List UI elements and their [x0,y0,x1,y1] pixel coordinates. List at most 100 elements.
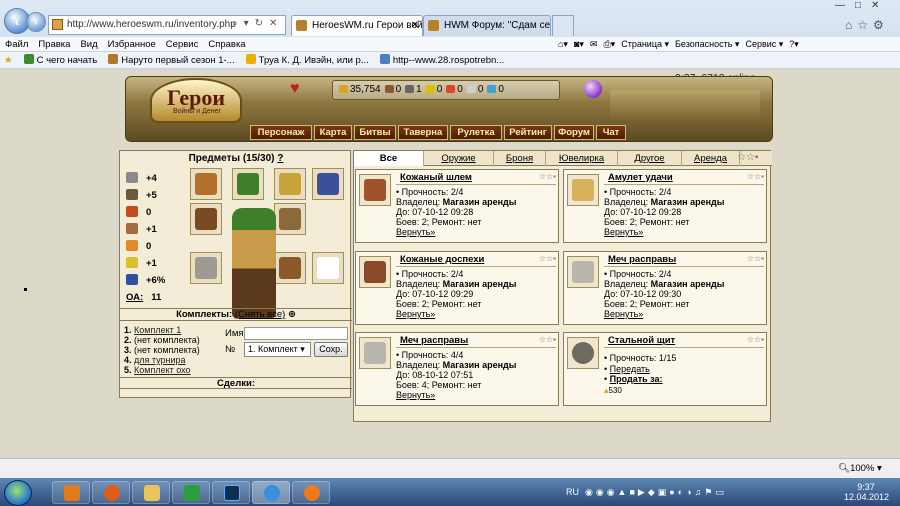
save-set-button[interactable]: Сохр. [314,342,348,357]
item-star-icons[interactable]: ☆☆▪ [747,172,764,181]
hat-slot[interactable] [232,168,264,200]
transfer-link-text[interactable]: Передать [610,364,650,374]
print-icon[interactable]: ⎙▾ [603,37,615,52]
close-tab-icon[interactable]: ✕ [411,16,419,35]
return-link-text[interactable]: Вернуть» [604,227,643,237]
game-nav-item[interactable]: Битвы [354,125,396,140]
zoom-level[interactable]: 🔍︎100% ▾ [838,463,882,474]
book-slot[interactable] [312,168,344,200]
browser-tool-icons[interactable]: ⌂☆⚙ [845,18,889,32]
taskbar-app-butterfly[interactable] [52,481,90,504]
close-window-icon[interactable]: ✕ [871,0,889,11]
tools-menu[interactable]: Сервис ▾ [745,37,783,52]
return-link[interactable]: Вернуть» [604,309,643,319]
menu-tools[interactable]: Сервис [161,37,204,52]
game-nav-item[interactable]: Таверна [398,125,448,140]
taskbar-app-green[interactable] [172,481,210,504]
favorites-star-icon[interactable]: ☆ [857,18,873,32]
game-logo[interactable]: Герои [150,78,242,123]
home-toolbar-icon[interactable]: ⌂▾ [558,37,568,52]
game-nav-item[interactable]: Рулетка [450,125,502,140]
sell-link[interactable]: • Продать за: [604,374,663,384]
game-nav-item[interactable]: Персонаж [250,125,312,140]
arrow-up-icon[interactable]: ⊕ [288,309,296,320]
item-image[interactable] [359,256,391,288]
cloak-slot[interactable] [190,203,222,235]
remove-all-link[interactable]: (Снять все) [235,309,286,320]
item-name[interactable]: Кожаные доспехи [400,254,484,265]
new-tab-button[interactable] [552,15,574,36]
mount-slot[interactable] [312,252,344,284]
taskbar-app-media[interactable] [92,481,130,504]
set-label[interactable]: для турнира [134,355,186,365]
item-image[interactable] [359,337,391,369]
transfer-link[interactable]: • Передать [604,364,650,374]
compat-icon[interactable]: ▾ [244,18,255,29]
item-tab[interactable]: Броня [494,151,546,166]
item-name[interactable]: Амулет удачи [608,172,673,183]
return-link[interactable]: Вернуть» [604,227,643,237]
window-controls[interactable]: —□✕ [835,0,889,11]
taskbar-app-photoshop[interactable] [212,481,250,504]
shield-slot[interactable] [274,252,306,284]
game-nav-item[interactable]: Форум [554,125,594,140]
return-link-text[interactable]: Вернуть» [396,309,435,319]
item-star-icons[interactable]: ☆☆▪ [539,335,556,344]
return-link-text[interactable]: Вернуть» [604,309,643,319]
forward-button[interactable]: › [26,12,46,32]
favorite-link[interactable]: Труа К. Д. Ивэйн, или р... [242,52,373,69]
menu-favorites[interactable]: Избранное [103,37,161,52]
set-label[interactable]: Комплект 1 [134,325,181,335]
maximize-icon[interactable]: □ [855,0,871,11]
favorite-link[interactable]: Наруто первый сезон 1-... [104,52,238,69]
sell-link-text[interactable]: Продать за: [610,374,663,384]
set-number-select[interactable]: 1. Комплект ▾ [244,342,311,357]
search-icon[interactable]: ⌕ [232,18,244,29]
security-menu[interactable]: Безопасность ▾ [675,37,739,52]
item-star-icons[interactable]: ☆☆▪ [747,335,764,344]
favorites-star-icon[interactable]: ★ [0,52,17,69]
item-tab[interactable]: Аренда [682,151,740,166]
set-label[interactable]: Комплект охо [134,365,191,375]
menu-help[interactable]: Справка [203,37,250,52]
tab-forum[interactable]: HWM Форум: "Сдам сеты Ва... [423,15,551,36]
game-nav-item[interactable]: Карта [314,125,352,140]
item-image[interactable] [567,256,599,288]
menu-view[interactable]: Вид [75,37,102,52]
minimize-icon[interactable]: — [835,0,855,11]
start-button[interactable] [4,480,32,506]
menu-edit[interactable]: Правка [33,37,75,52]
item-name[interactable]: Меч расправы [608,254,676,265]
item-star-icons[interactable]: ☆☆▪ [539,172,556,181]
item-name[interactable]: Кожаный шлем [400,172,472,183]
return-link[interactable]: Вернуть» [396,309,435,319]
taskbar-app-mail[interactable] [292,481,330,504]
item-star-icons[interactable]: ☆☆▪ [539,254,556,263]
help-icon[interactable]: ?▾ [789,37,799,52]
set-name-input[interactable] [244,327,348,340]
filter-star-icons[interactable]: ☆☆▪ [737,152,758,163]
item-image[interactable] [567,337,599,369]
item-tab[interactable]: Все [354,151,424,166]
page-menu[interactable]: Страница ▾ [621,37,669,52]
menu-file[interactable]: Файл [0,37,33,52]
tab-heroeswm[interactable]: HeroesWM.ru Герои войн...✕ [291,15,423,36]
taskbar-app-ie[interactable] [252,481,290,504]
taskbar-clock[interactable]: 9:37 12.04.2012 [844,482,889,502]
sword-slot[interactable] [190,252,222,284]
stop-icon[interactable]: ✕ [269,18,283,29]
item-tab[interactable]: Оружие [424,151,494,166]
system-tray[interactable]: ◉◉◉▲■▶◆▣●◐◑♫⚑▭ [585,487,727,498]
return-link[interactable]: Вернуть» [396,227,435,237]
game-nav-item[interactable]: Чат [596,125,626,140]
item-name[interactable]: Стальной щит [608,335,675,346]
bow-slot[interactable] [274,203,306,235]
favorite-link[interactable]: С чего начать [20,52,102,69]
item-image[interactable] [567,174,599,206]
home-icon[interactable]: ⌂ [845,18,857,32]
help-link[interactable]: ? [277,153,283,164]
item-name[interactable]: Меч расправы [400,335,468,346]
mail-icon[interactable]: ✉ [590,37,598,52]
feeds-icon[interactable]: ◙▾ [574,37,584,52]
item-tab[interactable]: Другое [618,151,682,166]
